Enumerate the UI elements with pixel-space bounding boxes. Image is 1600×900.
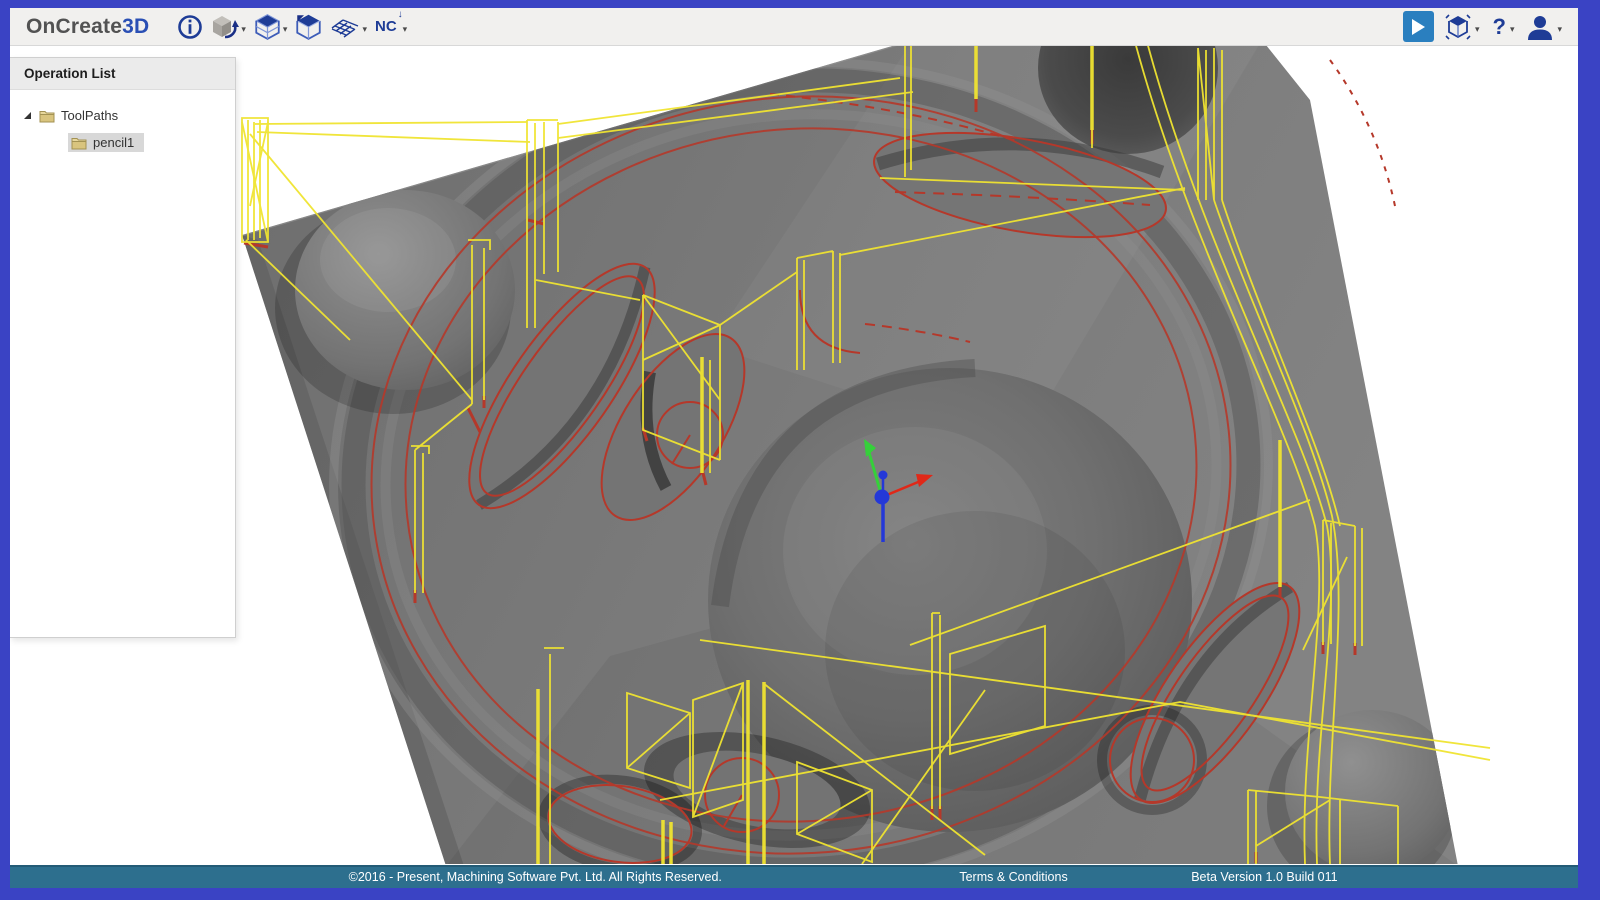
- machined-part: [242, 46, 1459, 864]
- operation-tree: ToolPaths pencil1: [10, 90, 235, 156]
- toolbar-right-group: ▾ ? ▾ ▾: [1403, 10, 1564, 44]
- origin-point: [875, 490, 890, 505]
- nc-text: NC: [375, 18, 397, 35]
- surface-mesh-icon: [330, 15, 360, 39]
- tree-item-pencil1[interactable]: pencil1: [10, 129, 235, 156]
- chevron-down-icon: ▾: [362, 20, 367, 34]
- user-account-button[interactable]: ▾: [1523, 11, 1564, 43]
- app-logo: OnCreate3D: [26, 15, 149, 39]
- chevron-down-icon: ▾: [1510, 20, 1515, 34]
- help-button[interactable]: ? ▾: [1488, 14, 1516, 40]
- view-orientation-button[interactable]: ▾: [1441, 10, 1482, 44]
- model-view-button[interactable]: [293, 11, 324, 42]
- main-area: Operation List ToolPaths: [10, 46, 1578, 865]
- chevron-down-icon: ▾: [403, 20, 408, 34]
- model-cube-icon: [295, 13, 322, 40]
- surface-view-button[interactable]: ▾: [328, 13, 369, 41]
- nc-label: NC ↓: [375, 18, 401, 35]
- stock-rotate-icon: [211, 14, 239, 40]
- chevron-down-icon: ▾: [283, 20, 288, 34]
- logo-text: OnCreate: [26, 15, 122, 38]
- operation-list-panel: Operation List ToolPaths: [10, 57, 236, 638]
- folder-icon: [71, 136, 88, 150]
- folder-icon: [39, 109, 56, 123]
- top-toolbar: OnCreate3D ▾: [10, 8, 1578, 46]
- help-icon: ?: [1490, 16, 1507, 38]
- tree-expander-icon[interactable]: [24, 112, 31, 119]
- chevron-down-icon: ▾: [1475, 20, 1480, 34]
- copyright-text: ©2016 - Present, Machining Software Pvt.…: [349, 870, 722, 884]
- user-icon: [1525, 13, 1555, 41]
- nc-output-button[interactable]: NC ↓ ▾: [373, 16, 409, 37]
- logo-accent-text: 3D: [122, 15, 149, 38]
- version-text: Beta Version 1.0 Build 011: [1191, 870, 1337, 884]
- play-icon: [1411, 19, 1425, 35]
- viewport-3d-canvas[interactable]: [10, 46, 1578, 864]
- tree-item-toolpaths[interactable]: ToolPaths: [10, 102, 235, 129]
- info-button[interactable]: [175, 12, 205, 42]
- selected-tree-item[interactable]: pencil1: [68, 133, 144, 152]
- nc-download-arrow-icon: ↓: [398, 9, 403, 20]
- info-icon: [177, 14, 203, 40]
- view-cube-icon: [1443, 12, 1473, 42]
- tree-item-label: pencil1: [93, 135, 134, 150]
- terms-link[interactable]: Terms & Conditions: [959, 870, 1067, 884]
- stock-view-button[interactable]: ▾: [252, 11, 290, 42]
- toolbar-left-group: ▾ ▾: [175, 11, 409, 42]
- simulate-play-button[interactable]: [1403, 11, 1434, 42]
- stock-rotate-button[interactable]: ▾: [209, 12, 248, 42]
- stock-cube-icon: [254, 13, 281, 40]
- operation-list-title: Operation List: [10, 58, 235, 90]
- chevron-down-icon: ▾: [1557, 20, 1562, 34]
- chevron-down-icon: ▾: [241, 20, 246, 34]
- status-bar: ©2016 - Present, Machining Software Pvt.…: [10, 865, 1578, 888]
- app-window: OnCreate3D ▾: [10, 8, 1578, 888]
- tree-item-label: ToolPaths: [61, 108, 118, 123]
- axis-node-point: [879, 471, 888, 480]
